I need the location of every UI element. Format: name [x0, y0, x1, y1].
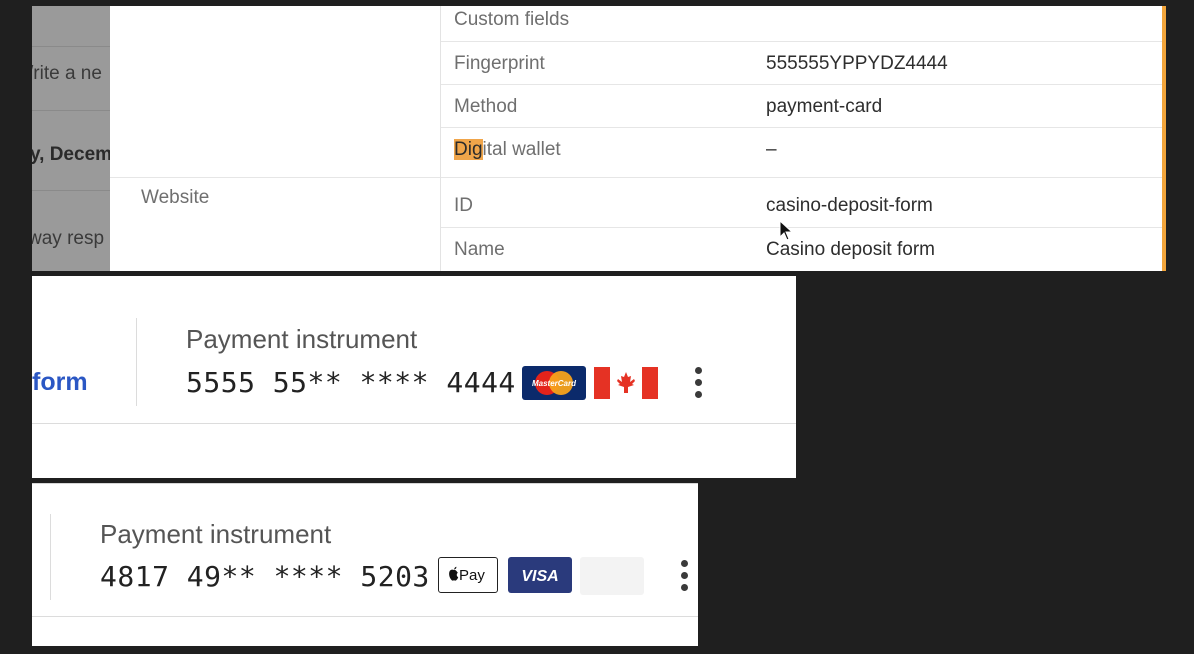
row-divider [441, 177, 1162, 178]
row-key-method: Method [454, 96, 518, 117]
form-link[interactable]: form [32, 368, 88, 397]
payment-instrument-label: Payment instrument [100, 519, 332, 549]
row-value-method: payment-card [766, 96, 883, 117]
strip-divider [32, 110, 110, 111]
kebab-menu-icon[interactable] [678, 558, 690, 594]
row-divider [441, 41, 1162, 42]
payment-card-row-1: form Payment instrument 5555 55** **** 4… [32, 276, 796, 478]
row-key-digital-wallet: Digital wallet [454, 139, 561, 161]
section-label-website: Website [141, 187, 210, 208]
accent-bar [1162, 6, 1166, 271]
row-value-digital-wallet: – [766, 139, 777, 160]
visa-icon: VISA [508, 557, 572, 593]
card-number: 5555 55** **** 4444 [186, 366, 516, 399]
mastercard-wordmark: MasterCard [532, 379, 577, 388]
canada-flag-icon [594, 367, 658, 399]
transaction-details-panel: /rite a ne y, Decem way resp Website Cus… [32, 6, 1166, 271]
row-divider [441, 127, 1162, 128]
apple-pay-icon: Pay [438, 557, 498, 593]
column-divider [136, 318, 137, 406]
strip-text-1: /rite a ne [32, 63, 102, 84]
row-key-fingerprint: Fingerprint [454, 53, 545, 74]
visa-wordmark: VISA [521, 568, 558, 585]
column-divider [50, 514, 51, 600]
row-value-id: casino-deposit-form [766, 195, 933, 216]
row-divider [441, 84, 1162, 85]
kebab-menu-icon[interactable] [692, 365, 704, 401]
row-value-name: Casino deposit form [766, 239, 935, 260]
row-divider [441, 227, 1162, 228]
apple-pay-text: Pay [459, 567, 485, 584]
row-key-custom-fields: Custom fields [454, 9, 570, 30]
background-list-strip: /rite a ne y, Decem way resp [32, 6, 110, 271]
strip-divider [32, 46, 110, 47]
payment-card-row-2: Payment instrument 4817 49** **** 5203 P… [32, 483, 698, 646]
strip-divider [32, 190, 110, 191]
blank-country-flag [580, 557, 644, 595]
row-key-rest: ital wallet [482, 139, 561, 160]
search-highlight: Dig [454, 139, 483, 160]
mastercard-icon: MasterCard [522, 366, 586, 400]
card-number: 4817 49** **** 5203 [100, 560, 430, 593]
strip-text-3: way resp [32, 228, 105, 249]
column-divider [440, 6, 441, 271]
strip-text-2: y, Decem [32, 144, 110, 165]
section-divider [110, 177, 440, 178]
row-key-id: ID [454, 195, 473, 216]
mouse-cursor-icon [779, 219, 795, 242]
row-divider [32, 423, 796, 424]
row-key-name: Name [454, 239, 505, 260]
payment-instrument-label: Payment instrument [186, 324, 418, 354]
row-divider [32, 616, 698, 617]
row-value-fingerprint: 555555YPPYDZ4444 [766, 53, 948, 74]
